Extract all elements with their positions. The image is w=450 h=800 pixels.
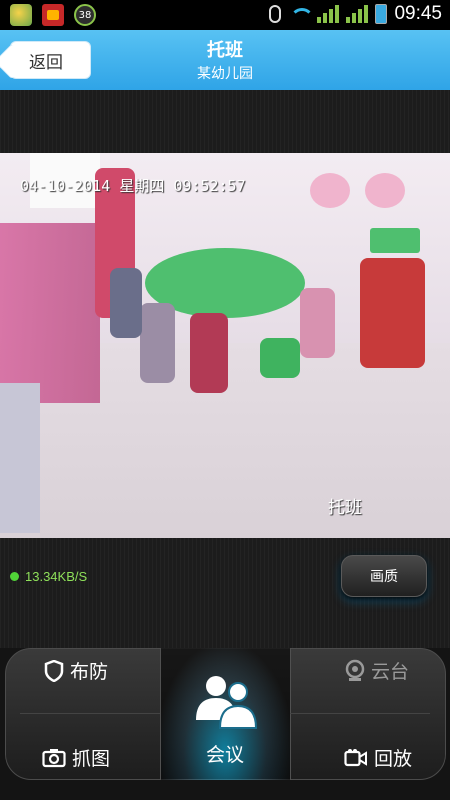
video-chair: [260, 338, 300, 378]
status-dot-icon: [10, 572, 19, 581]
quality-button[interactable]: 画质: [341, 555, 427, 597]
meeting-button[interactable]: 会议: [160, 740, 290, 767]
notification-icons: 38: [10, 4, 96, 26]
video-child: [300, 288, 335, 358]
video-timestamp: 04-10-2014 星期四 09:52:57: [20, 177, 246, 195]
ptz-camera-icon: [345, 659, 365, 681]
video-camera-icon: [344, 748, 367, 766]
status-clock: 09:45: [394, 3, 442, 24]
top-band: [0, 90, 450, 153]
camera-icon: [42, 748, 66, 767]
camera-video-feed[interactable]: 04-10-2014 星期四 09:52:57 托班: [0, 153, 450, 538]
stream-speed: 13.34KB/S: [10, 569, 87, 584]
arm-label: 布防: [70, 661, 109, 683]
app-screen: 38 09:45 返回 托班 某幼儿园 04-10-2014 星期四 09:52…: [0, 0, 450, 800]
shield-icon: [44, 659, 64, 682]
meeting-people-icon: [196, 676, 258, 729]
message-app-icon: [42, 4, 64, 26]
playback-button[interactable]: 回放: [344, 744, 412, 771]
snapshot-label: 抓图: [72, 748, 111, 770]
video-adult: [360, 258, 425, 368]
quality-button-label: 画质: [370, 569, 398, 585]
title-bar: 返回 托班 某幼儿园: [0, 30, 450, 90]
page-title: 托班: [207, 40, 243, 61]
page-subtitle: 某幼儿园: [197, 66, 253, 82]
panel-divider: [290, 713, 430, 714]
ptz-label: 云台: [371, 661, 410, 683]
back-button-label: 返回: [29, 52, 63, 73]
stream-speed-value: 13.34KB/S: [25, 569, 88, 584]
battery-icon: [375, 4, 388, 24]
video-heart-deco: [310, 173, 350, 208]
video-child: [190, 313, 228, 393]
video-heart-deco: [365, 173, 405, 208]
video-child: [140, 303, 175, 383]
bluetooth-icon: [269, 5, 282, 23]
playback-label: 回放: [374, 748, 413, 770]
notification-count-badge: 38: [74, 4, 96, 26]
arm-button[interactable]: 布防: [44, 657, 108, 684]
status-bar: 38 09:45: [0, 0, 450, 30]
video-caption: 托班: [328, 498, 362, 518]
video-side-table: [370, 228, 420, 253]
video-cabinet: [0, 383, 40, 533]
wifi-icon: [288, 6, 315, 22]
snapshot-button[interactable]: 抓图: [42, 744, 110, 771]
video-shelf: [0, 223, 100, 403]
panel-divider: [20, 713, 160, 714]
signal-2-icon: [346, 5, 369, 23]
ptz-button[interactable]: 云台: [345, 657, 409, 684]
system-indicators: 09:45: [269, 3, 442, 25]
meeting-label: 会议: [205, 744, 244, 766]
signal-icon: [317, 5, 340, 23]
weather-app-icon: [10, 4, 32, 26]
panel-divider: [290, 648, 291, 780]
video-child: [110, 268, 142, 338]
